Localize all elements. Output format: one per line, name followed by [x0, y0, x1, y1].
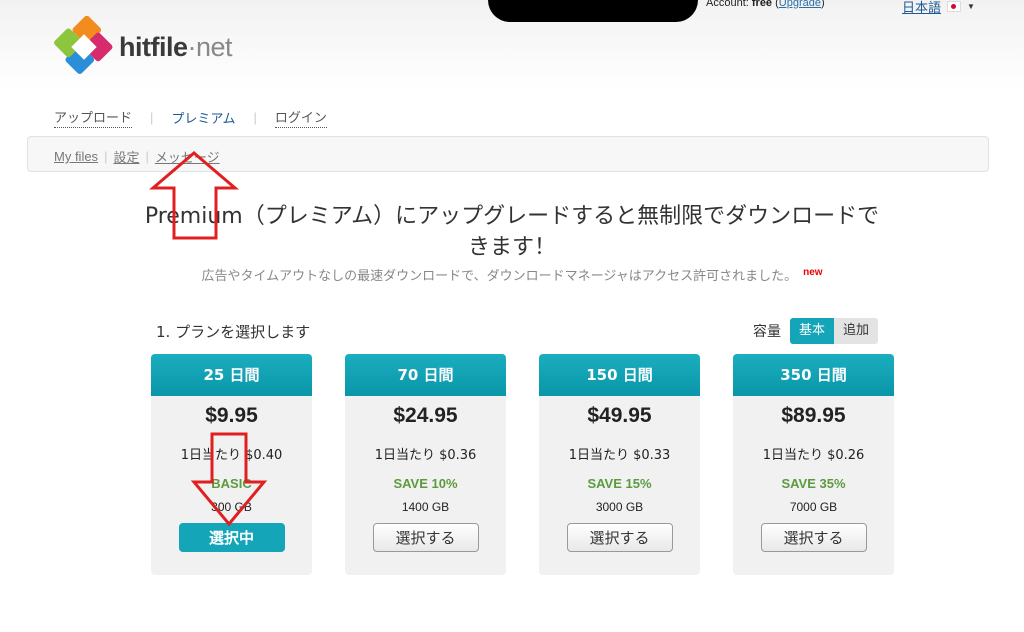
- main-nav: アップロード | プレミアム | ログイン: [54, 107, 327, 128]
- capacity-toggle: 基本 追加: [790, 318, 879, 344]
- plan-size: 7000 GB: [789, 500, 838, 514]
- plan-size: 1400 GB: [401, 500, 450, 514]
- nav-upload[interactable]: アップロード: [54, 107, 133, 128]
- plan-duration: 150 日間: [539, 354, 700, 396]
- plan-select-button[interactable]: 選択する: [372, 523, 479, 552]
- plan-save: SAVE 10%: [393, 476, 458, 491]
- language-selector[interactable]: 日本語 ▼: [902, 0, 975, 16]
- redacted-area: [488, 0, 698, 22]
- plan-per-day: 1日当たり $0.26: [762, 448, 865, 463]
- japan-flag-icon: [947, 1, 962, 12]
- plan-size: 3000 GB: [595, 500, 644, 514]
- capacity-option-basic[interactable]: 基本: [790, 318, 835, 344]
- nav-separator: |: [150, 110, 154, 125]
- plan-select-button[interactable]: 選択する: [566, 523, 673, 552]
- logo-wordmark: hitfile·net: [119, 31, 233, 62]
- page-subline: 広告やタイムアウトなしの最速ダウンロードで、ダウンロードマネージャはアクセス許可…: [140, 265, 884, 284]
- nav-separator: |: [253, 110, 257, 125]
- plan-card-70-days[interactable]: 70 日間 $24.95 1日当たり $0.36 SAVE 10% 1400 G…: [345, 354, 506, 575]
- hitfile-logo[interactable]: hitfile·net: [53, 16, 233, 78]
- annotation-arrow-up-icon: [148, 151, 240, 240]
- plan-select-button[interactable]: 選択中: [178, 523, 285, 552]
- subline-text: 広告やタイムアウトなしの最速ダウンロードで、ダウンロードマネージャはアクセス許可…: [201, 269, 798, 284]
- plan-duration: 350 日間: [733, 354, 894, 396]
- dropdown-caret-icon[interactable]: ▼: [967, 2, 975, 11]
- plan-duration: 70 日間: [345, 354, 506, 396]
- nav-premium[interactable]: プレミアム: [171, 108, 235, 128]
- account-status: Account: free (Upgrade): [706, 0, 825, 9]
- capacity-option-extra[interactable]: 追加: [834, 318, 879, 344]
- plan-card-350-days[interactable]: 350 日間 $89.95 1日当たり $0.26 SAVE 35% 7000 …: [733, 354, 894, 575]
- plan-price: $49.95: [587, 404, 652, 427]
- nav-login[interactable]: ログイン: [274, 107, 327, 128]
- subnav-my-files[interactable]: My files: [54, 149, 98, 164]
- plan-price: $24.95: [393, 404, 458, 427]
- upgrade-link[interactable]: Upgrade: [779, 0, 821, 9]
- account-type: free: [751, 0, 773, 9]
- plan-duration: 25 日間: [151, 354, 312, 396]
- step-title: 1. プランを選択します: [156, 323, 311, 341]
- plan-per-day: 1日当たり $0.36: [374, 448, 477, 463]
- new-badge: new: [803, 266, 823, 278]
- plan-price: $9.95: [205, 404, 258, 427]
- plan-save: SAVE 35%: [781, 476, 846, 491]
- subnav-separator: |: [104, 149, 108, 164]
- plan-per-day: 1日当たり $0.33: [568, 448, 671, 463]
- language-label[interactable]: 日本語: [902, 0, 941, 16]
- capacity-toggle-group: 容量 基本 追加: [753, 318, 879, 344]
- plan-price: $89.95: [781, 404, 846, 427]
- subnav-settings[interactable]: 設定: [113, 147, 139, 166]
- annotation-arrow-down-icon: [190, 432, 268, 527]
- hitfile-logo-icon: [54, 16, 113, 75]
- plan-save: SAVE 15%: [587, 476, 652, 491]
- account-label: Account:: [706, 0, 749, 9]
- plan-card-150-days[interactable]: 150 日間 $49.95 1日当たり $0.33 SAVE 15% 3000 …: [539, 354, 700, 575]
- capacity-label: 容量: [753, 324, 781, 340]
- plan-select-button[interactable]: 選択する: [760, 523, 867, 552]
- subnav-separator: |: [145, 149, 149, 164]
- page-headline: Premium（プレミアム）にアップグレードすると無制限でダウンロードできます！: [144, 204, 880, 260]
